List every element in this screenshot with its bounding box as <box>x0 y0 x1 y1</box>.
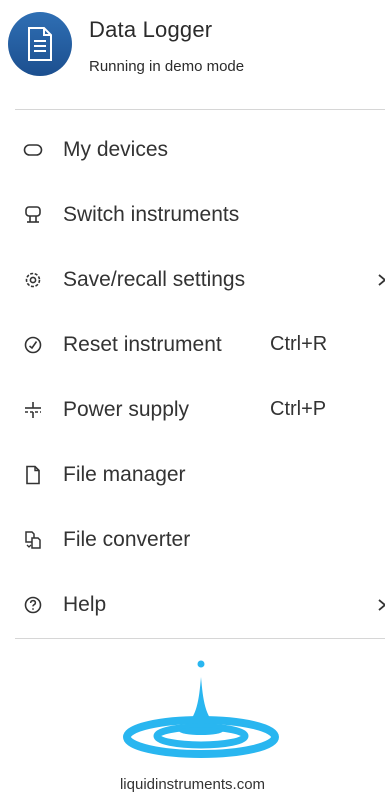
main-menu: My devices Switch instruments Save/recal… <box>0 117 385 637</box>
switch-instruments-icon <box>22 204 44 226</box>
menu-item-label: Reset instrument <box>63 332 222 356</box>
file-icon <box>22 464 44 486</box>
app-status-text: Running in demo mode <box>89 58 245 75</box>
gear-icon <box>22 269 44 291</box>
app-title: Data Logger <box>89 17 213 42</box>
liquid-instruments-logo[interactable] <box>110 655 280 765</box>
menu-item-switch-instruments[interactable]: Switch instruments <box>0 182 385 247</box>
menu-item-file-manager[interactable]: File manager <box>0 442 385 507</box>
power-supply-icon <box>22 399 44 421</box>
footer-divider <box>15 638 385 639</box>
menu-item-shortcut: Ctrl+R <box>270 333 328 355</box>
chevron-right-icon <box>377 597 385 613</box>
menu-item-label: My devices <box>63 137 169 161</box>
menu-item-my-devices[interactable]: My devices <box>0 117 385 182</box>
device-icon <box>22 139 44 161</box>
app-menu-panel: Data Logger Running in demo mode My devi… <box>0 0 385 796</box>
menu-item-label: File converter <box>63 527 191 551</box>
menu-item-power-supply[interactable]: Power supply Ctrl+P <box>0 377 385 442</box>
menu-item-reset-instrument[interactable]: Reset instrument Ctrl+R <box>0 312 385 377</box>
chevron-right-icon <box>377 272 385 288</box>
menu-item-label: Save/recall settings <box>63 267 246 291</box>
menu-item-save-recall-settings[interactable]: Save/recall settings <box>0 247 385 312</box>
file-converter-icon <box>22 529 44 551</box>
menu-item-shortcut: Ctrl+P <box>270 398 327 420</box>
app-header: Data Logger Running in demo mode <box>0 0 385 108</box>
menu-item-help[interactable]: Help <box>0 572 385 637</box>
document-icon <box>8 12 72 76</box>
reset-icon <box>22 334 44 356</box>
menu-item-label: Switch instruments <box>63 202 240 226</box>
menu-item-label: Power supply <box>63 397 190 421</box>
menu-item-label: File manager <box>63 462 186 486</box>
header-divider <box>15 109 385 110</box>
help-icon <box>22 594 44 616</box>
menu-item-file-converter[interactable]: File converter <box>0 507 385 572</box>
menu-item-label: Help <box>63 592 107 616</box>
website-link[interactable]: liquidinstruments.com <box>0 776 385 793</box>
